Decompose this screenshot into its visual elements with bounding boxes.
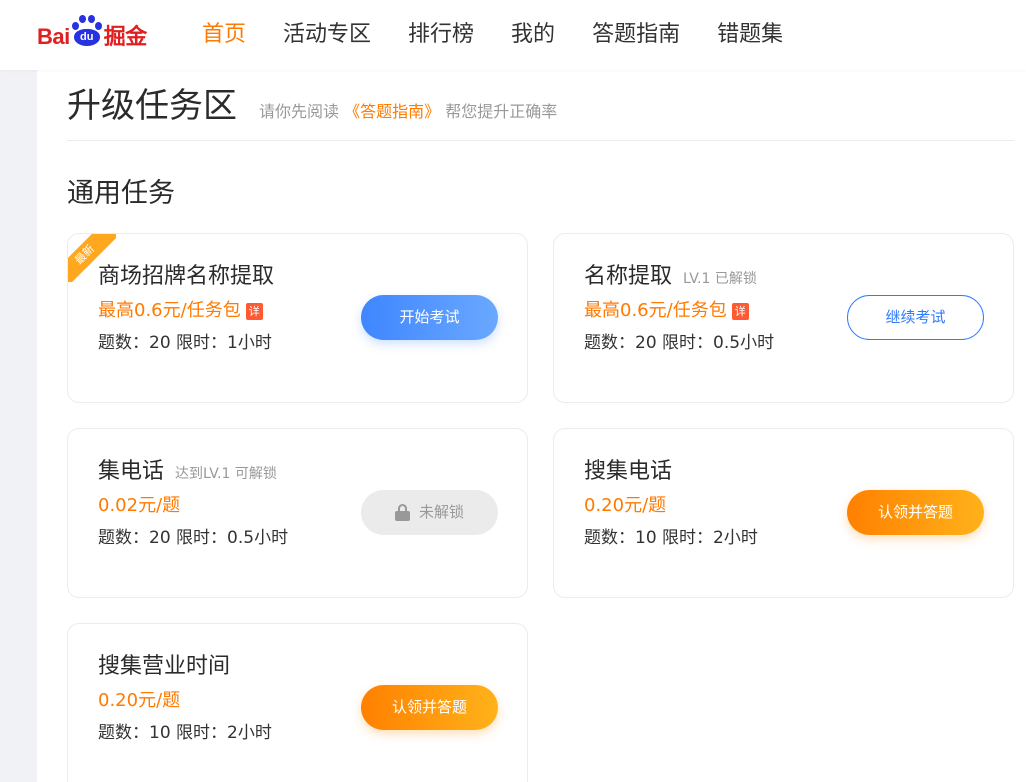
nav-item-activities[interactable]: 活动专区 [283,0,371,70]
task-title-row: 商场招牌名称提取 [98,262,274,292]
locked-button[interactable]: 未解锁 [361,490,498,535]
task-meta: 题数：20 限时：0.5小时 [98,528,289,548]
task-title: 搜集营业时间 [98,654,231,679]
task-price-text: 0.02元/题 [98,495,181,516]
task-title-row: 名称提取 LV.1 已解锁 [584,262,757,292]
task-title-row: 搜集营业时间 [98,652,230,682]
task-price: 0.20元/题 [98,689,180,713]
logo-text-bai: Bai [37,24,70,49]
task-title: 商场招牌名称提取 [98,264,275,289]
nav-item-home[interactable]: 首页 [202,0,246,70]
claim-and-answer-button[interactable]: 认领并答题 [361,685,498,730]
page-title: 升级任务区 [67,86,237,126]
task-card-search-business-hours: 搜集营业时间 0.20元/题 题数：10 限时：2小时 认领并答题 [67,623,528,782]
task-level-status: LV.1 已解锁 [683,271,757,287]
task-price-text: 最高0.6元/任务包 [98,300,241,321]
task-title: 名称提取 [584,264,673,289]
task-level-status: 达到LV.1 可解锁 [175,466,277,482]
task-price: 0.02元/题 [98,494,180,518]
start-exam-button[interactable]: 开始考试 [361,295,498,340]
main-nav: 首页 活动专区 排行榜 我的 答题指南 错题集 [202,0,783,70]
claim-and-answer-button[interactable]: 认领并答题 [847,490,984,535]
task-meta: 题数：20 限时：1小时 [98,333,272,353]
nav-item-wrong-questions[interactable]: 错题集 [717,0,783,70]
section-title-general-tasks: 通用任务 [67,178,175,209]
nav-item-mine[interactable]: 我的 [511,0,555,70]
logo-text-juejin: 掘金 [103,24,148,49]
nav-item-answer-guide[interactable]: 答题指南 [592,0,680,70]
task-title-row: 集电话 达到LV.1 可解锁 [98,457,277,487]
task-price: 最高0.6元/任务包 详 [584,299,749,323]
price-detail-tag[interactable]: 详 [245,302,263,320]
task-meta: 题数：10 限时：2小时 [584,528,758,548]
task-price-text: 0.20元/题 [584,495,667,516]
top-navigation-bar: Bai du 掘金 首页 活动专区 排行榜 我的 答题指南 错题集 [0,0,1026,70]
left-side-gutter [0,70,37,782]
task-title-row: 搜集电话 [584,457,672,487]
task-price: 0.20元/题 [584,494,666,518]
hint-text-before: 请你先阅读 [259,102,340,121]
lock-icon [394,504,410,521]
task-card-name-extraction: 名称提取 LV.1 已解锁 最高0.6元/任务包 详 题数：20 限时：0.5小… [553,233,1014,403]
nav-item-leaderboard[interactable]: 排行榜 [408,0,474,70]
hint-text-after: 帮您提升正确率 [445,102,558,121]
main-content: 升级任务区 请你先阅读 《答题指南》 帮您提升正确率 通用任务 最新 商场招牌名… [37,70,1026,782]
task-meta: 题数：20 限时：0.5小时 [584,333,775,353]
paw-icon: du [71,14,103,50]
baidu-logo[interactable]: Bai du 掘金 [37,10,147,50]
page-hint: 请你先阅读 《答题指南》 帮您提升正确率 [259,98,557,122]
logo-text-du: du [73,29,100,46]
task-card-collect-phone: 集电话 达到LV.1 可解锁 0.02元/题 题数：20 限时：0.5小时 未解… [67,428,528,598]
task-price-text: 0.20元/题 [98,690,181,711]
task-meta: 题数：10 限时：2小时 [98,723,272,743]
task-card-mall-sign-extraction: 最新 商场招牌名称提取 最高0.6元/任务包 详 题数：20 限时：1小时 开始… [67,233,528,403]
task-title: 集电话 [98,459,165,484]
task-title: 搜集电话 [584,459,673,484]
locked-button-label: 未解锁 [418,503,464,521]
task-price-text: 最高0.6元/任务包 [584,300,727,321]
page-header: 升级任务区 请你先阅读 《答题指南》 帮您提升正确率 [67,84,1014,141]
task-card-search-phone: 搜集电话 0.20元/题 题数：10 限时：2小时 认领并答题 [553,428,1014,598]
answer-guide-link[interactable]: 《答题指南》 [344,102,440,121]
task-price: 最高0.6元/任务包 详 [98,299,263,323]
continue-exam-button[interactable]: 继续考试 [847,295,984,340]
price-detail-tag[interactable]: 详 [731,302,749,320]
